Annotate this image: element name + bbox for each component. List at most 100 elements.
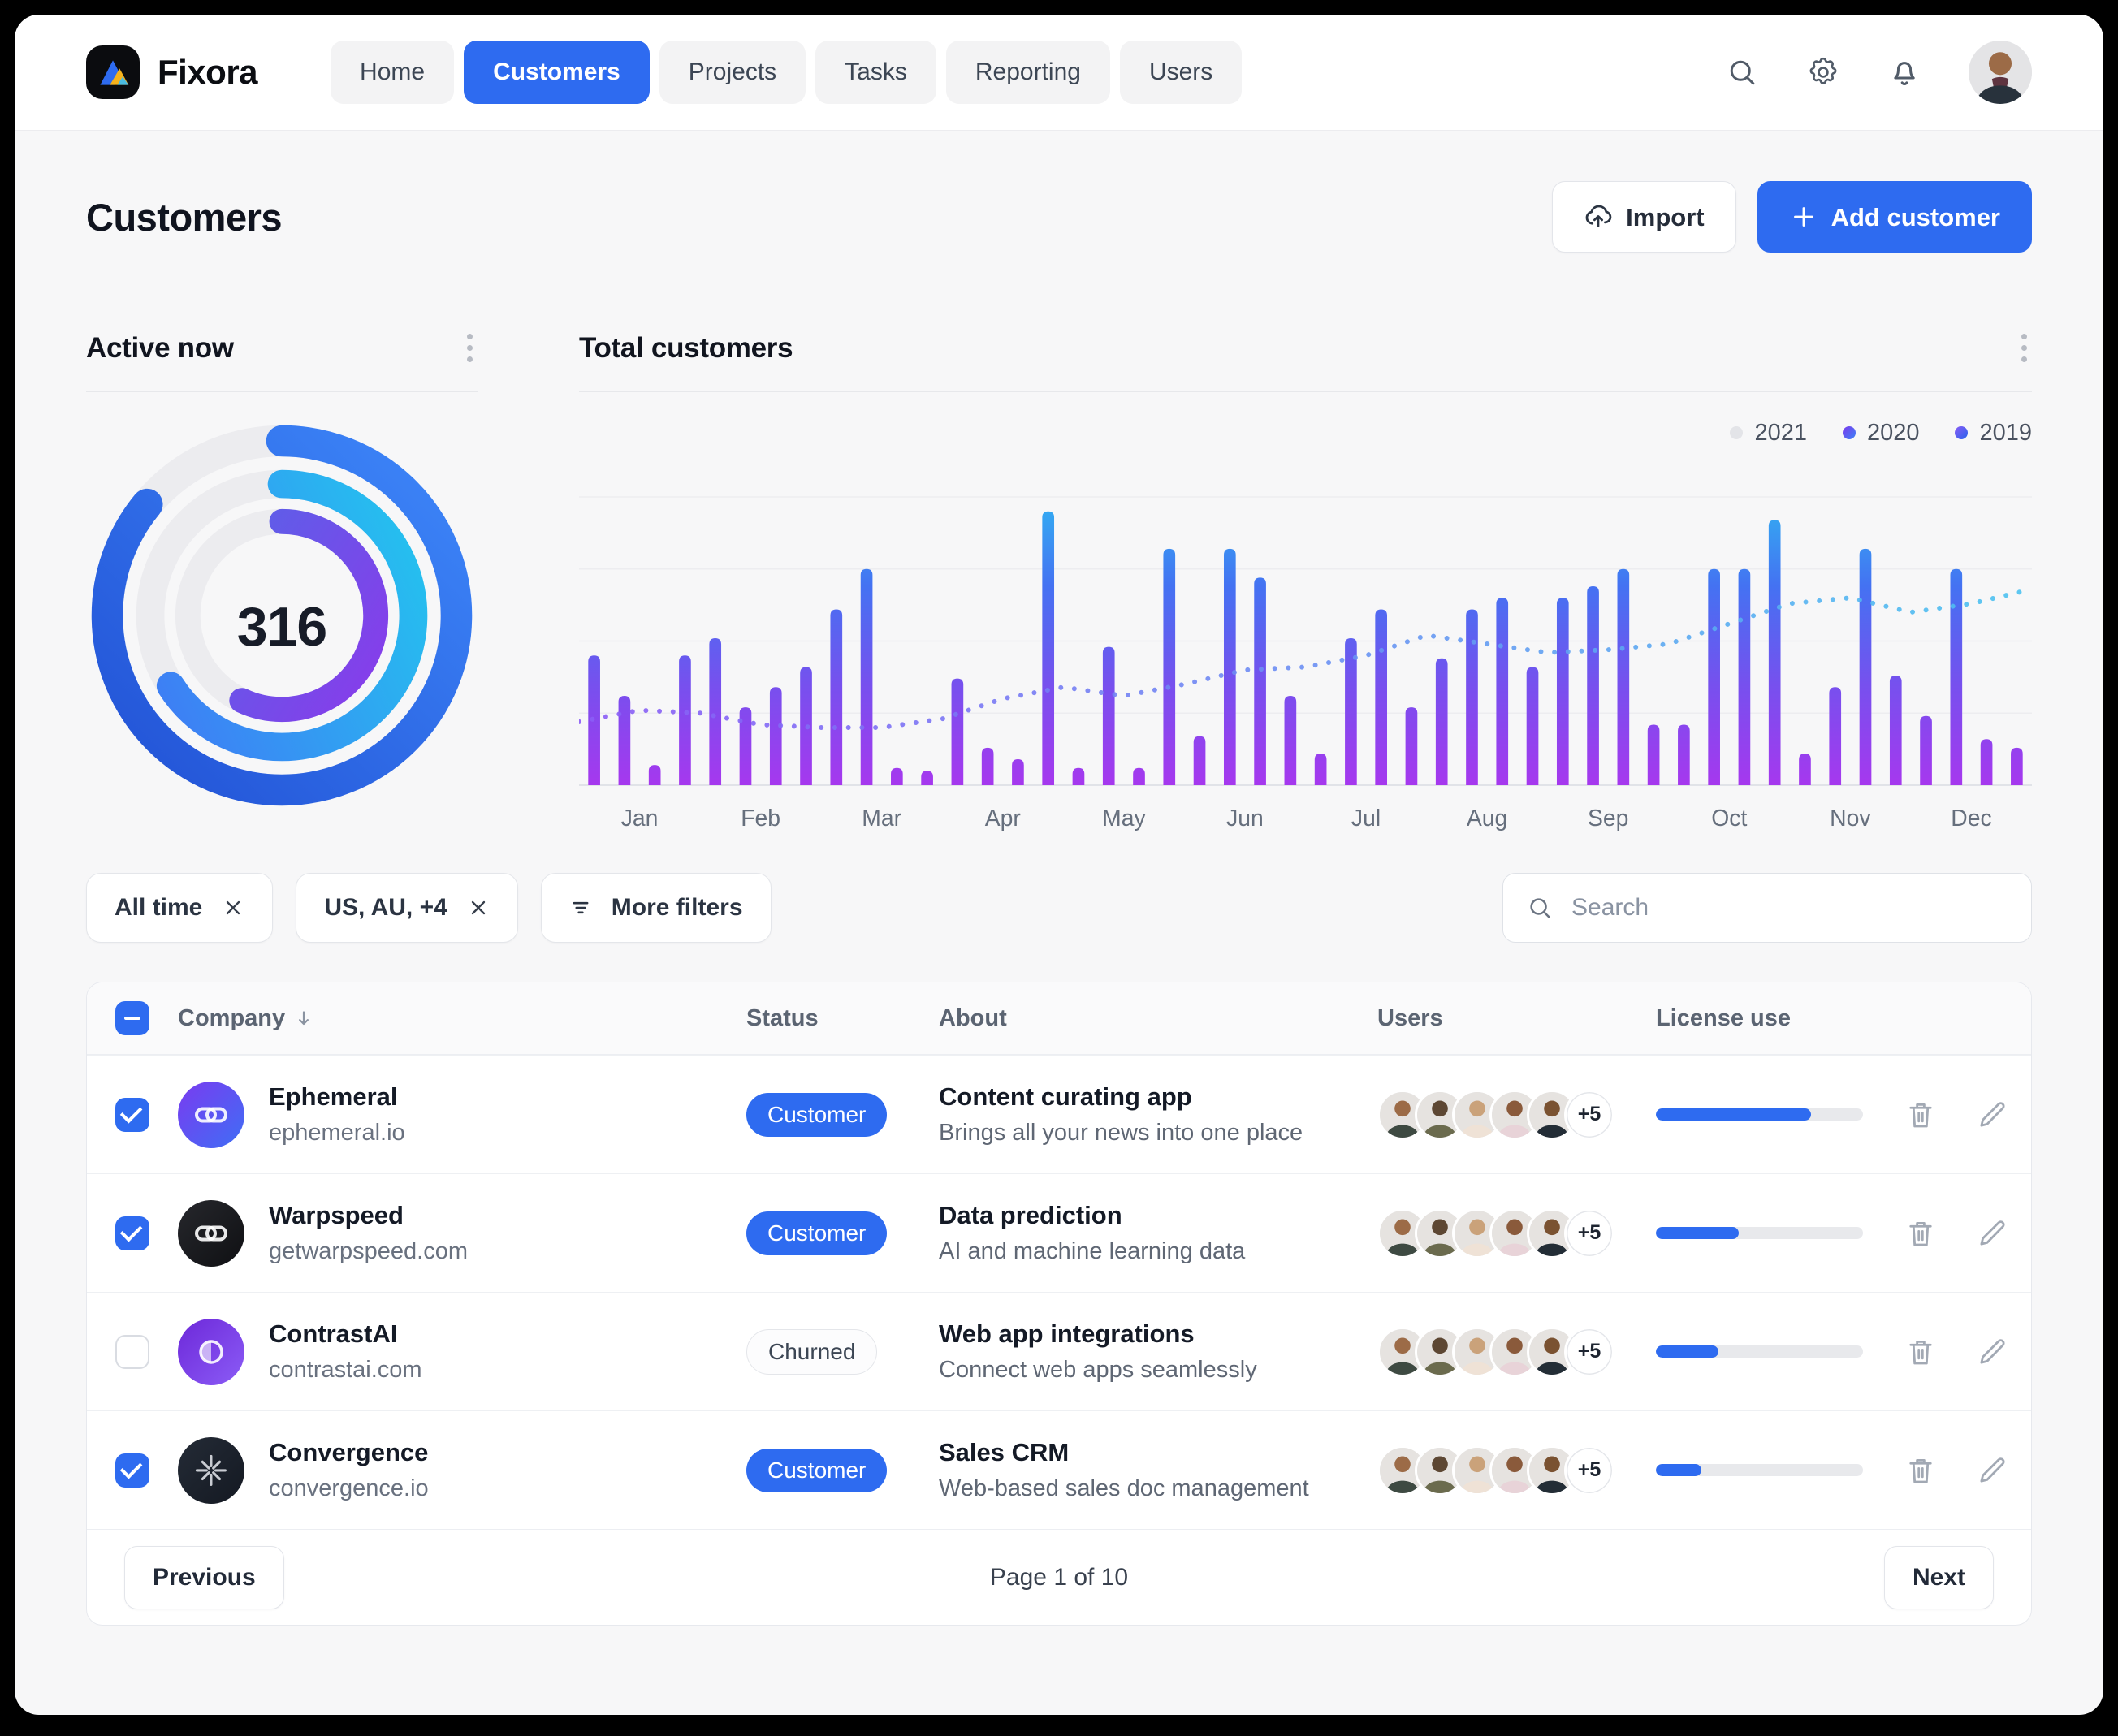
nav-actions: [1725, 41, 2032, 104]
delete-trash-icon[interactable]: [1904, 1453, 1938, 1488]
svg-text:Dec: Dec: [1951, 805, 1991, 831]
legend-item-2020[interactable]: 2020: [1843, 420, 1920, 447]
total-customers-title: Total customers: [579, 332, 793, 365]
company-name: ContrastAI: [269, 1319, 422, 1349]
select-all-checkbox[interactable]: [115, 1001, 149, 1035]
tab-reporting[interactable]: Reporting: [946, 41, 1110, 104]
close-icon: [467, 896, 490, 919]
import-label: Import: [1626, 205, 1704, 230]
tab-projects[interactable]: Projects: [659, 41, 806, 104]
company-domain: contrastai.com: [269, 1357, 422, 1384]
svg-text:Jul: Jul: [1351, 805, 1381, 831]
settings-gear-icon[interactable]: [1806, 55, 1840, 89]
plus-icon: [1789, 202, 1818, 231]
about-subtitle: AI and machine learning data: [939, 1238, 1377, 1265]
notifications-bell-icon[interactable]: [1887, 55, 1921, 89]
table-row: ContrastAI contrastai.com Churned Web app i…: [87, 1292, 2031, 1410]
brand[interactable]: Fixora: [86, 45, 257, 99]
user-avatars: +5: [1377, 1208, 1656, 1259]
tab-home[interactable]: Home: [331, 41, 454, 104]
chain-link-icon: [178, 1200, 244, 1267]
edit-pencil-icon[interactable]: [1975, 1216, 2009, 1250]
svg-text:Jan: Jan: [621, 805, 659, 831]
active-now-panel: Active now 316: [86, 329, 478, 842]
about-title: Data prediction: [939, 1201, 1377, 1230]
svg-text:Oct: Oct: [1711, 805, 1747, 831]
user-avatars: +5: [1377, 1327, 1656, 1377]
search-icon[interactable]: [1725, 55, 1759, 89]
import-button[interactable]: Import: [1552, 181, 1735, 253]
table-pagination: Previous Page 1 of 10 Next: [87, 1529, 2031, 1625]
svg-text:Feb: Feb: [741, 805, 780, 831]
extra-users-badge: +5: [1564, 1090, 1614, 1140]
license-bar: [1656, 1108, 1863, 1121]
row-checkbox[interactable]: [115, 1335, 149, 1369]
delete-trash-icon[interactable]: [1904, 1216, 1938, 1250]
column-users: Users: [1377, 1005, 1656, 1032]
user-avatar[interactable]: [1969, 41, 2032, 104]
active-now-menu-icon[interactable]: [462, 329, 478, 367]
svg-text:Mar: Mar: [862, 805, 901, 831]
filter-row: All time US, AU, +4 More filters: [86, 873, 2032, 943]
company-name: Ephemeral: [269, 1082, 405, 1112]
fixora-logo-icon: [86, 45, 140, 99]
more-filters-button[interactable]: More filters: [541, 873, 772, 943]
status-badge: Churned: [746, 1329, 877, 1375]
add-customer-button[interactable]: Add customer: [1757, 181, 2032, 253]
license-bar: [1656, 1345, 1863, 1358]
search-input[interactable]: [1570, 893, 2008, 922]
contrast-icon: [178, 1319, 244, 1385]
delete-trash-icon[interactable]: [1904, 1335, 1938, 1369]
about-subtitle: Connect web apps seamlessly: [939, 1357, 1377, 1384]
main-content: Customers Import Add customer: [15, 181, 2103, 1626]
svg-text:Nov: Nov: [1830, 805, 1871, 831]
navbar: Fixora Home Customers Projects Tasks Rep…: [15, 15, 2103, 131]
user-avatars: +5: [1377, 1090, 1656, 1140]
row-checkbox[interactable]: [115, 1216, 149, 1250]
chart-legend: 2021 2020 2019: [579, 418, 2032, 447]
column-company: Company: [178, 1005, 746, 1032]
app-window: Fixora Home Customers Projects Tasks Rep…: [15, 15, 2103, 1715]
donut-chart: 316: [86, 420, 478, 842]
tab-users[interactable]: Users: [1120, 41, 1242, 104]
delete-trash-icon[interactable]: [1904, 1098, 1938, 1132]
brand-name: Fixora: [158, 53, 257, 92]
status-badge: Customer: [746, 1211, 887, 1255]
company-domain: getwarpspeed.com: [269, 1238, 468, 1265]
svg-text:May: May: [1102, 805, 1146, 831]
row-checkbox[interactable]: [115, 1453, 149, 1488]
total-customers-menu-icon[interactable]: [2016, 329, 2032, 367]
active-now-value: 316: [86, 431, 478, 823]
nav-tabs: Home Customers Projects Tasks Reporting …: [331, 41, 1242, 104]
table-row: Warpspeedgetwarpspeed.comCustomerData pr…: [87, 1173, 2031, 1292]
filter-chip-countries[interactable]: US, AU, +4: [296, 873, 517, 943]
edit-pencil-icon[interactable]: [1975, 1335, 2009, 1369]
row-checkbox[interactable]: [115, 1098, 149, 1132]
chain-link-icon: [178, 1082, 244, 1148]
legend-item-2021[interactable]: 2021: [1730, 420, 1807, 447]
about-title: Web app integrations: [939, 1319, 1377, 1349]
about-subtitle: Web-based sales doc management: [939, 1475, 1377, 1502]
svg-text:Aug: Aug: [1467, 805, 1507, 831]
column-license: License use: [1656, 1005, 1904, 1032]
customers-table: Company Status About Users License use E…: [86, 982, 2032, 1626]
svg-text:Sep: Sep: [1588, 805, 1628, 831]
filter-chip-all-time[interactable]: All time: [86, 873, 273, 943]
extra-users-badge: +5: [1564, 1208, 1614, 1259]
about-subtitle: Brings all your news into one place: [939, 1120, 1377, 1147]
total-customers-panel: Total customers 2021 2020 2019: [579, 329, 2032, 842]
sort-down-icon[interactable]: [293, 1008, 314, 1029]
edit-pencil-icon[interactable]: [1975, 1098, 2009, 1132]
tab-customers[interactable]: Customers: [464, 41, 650, 104]
column-status: Status: [746, 1005, 939, 1032]
company-name: Convergence: [269, 1438, 429, 1467]
tab-tasks[interactable]: Tasks: [815, 41, 936, 104]
legend-item-2019[interactable]: 2019: [1955, 420, 2032, 447]
legend-dot-2020: [1843, 426, 1856, 439]
filter-lines-icon: [569, 896, 592, 919]
add-customer-label: Add customer: [1831, 205, 2000, 230]
edit-pencil-icon[interactable]: [1975, 1453, 2009, 1488]
table-header: Company Status About Users License use: [87, 982, 2031, 1055]
extra-users-badge: +5: [1564, 1445, 1614, 1496]
table-row: Convergenceconvergence.ioCustomerSales C…: [87, 1410, 2031, 1529]
